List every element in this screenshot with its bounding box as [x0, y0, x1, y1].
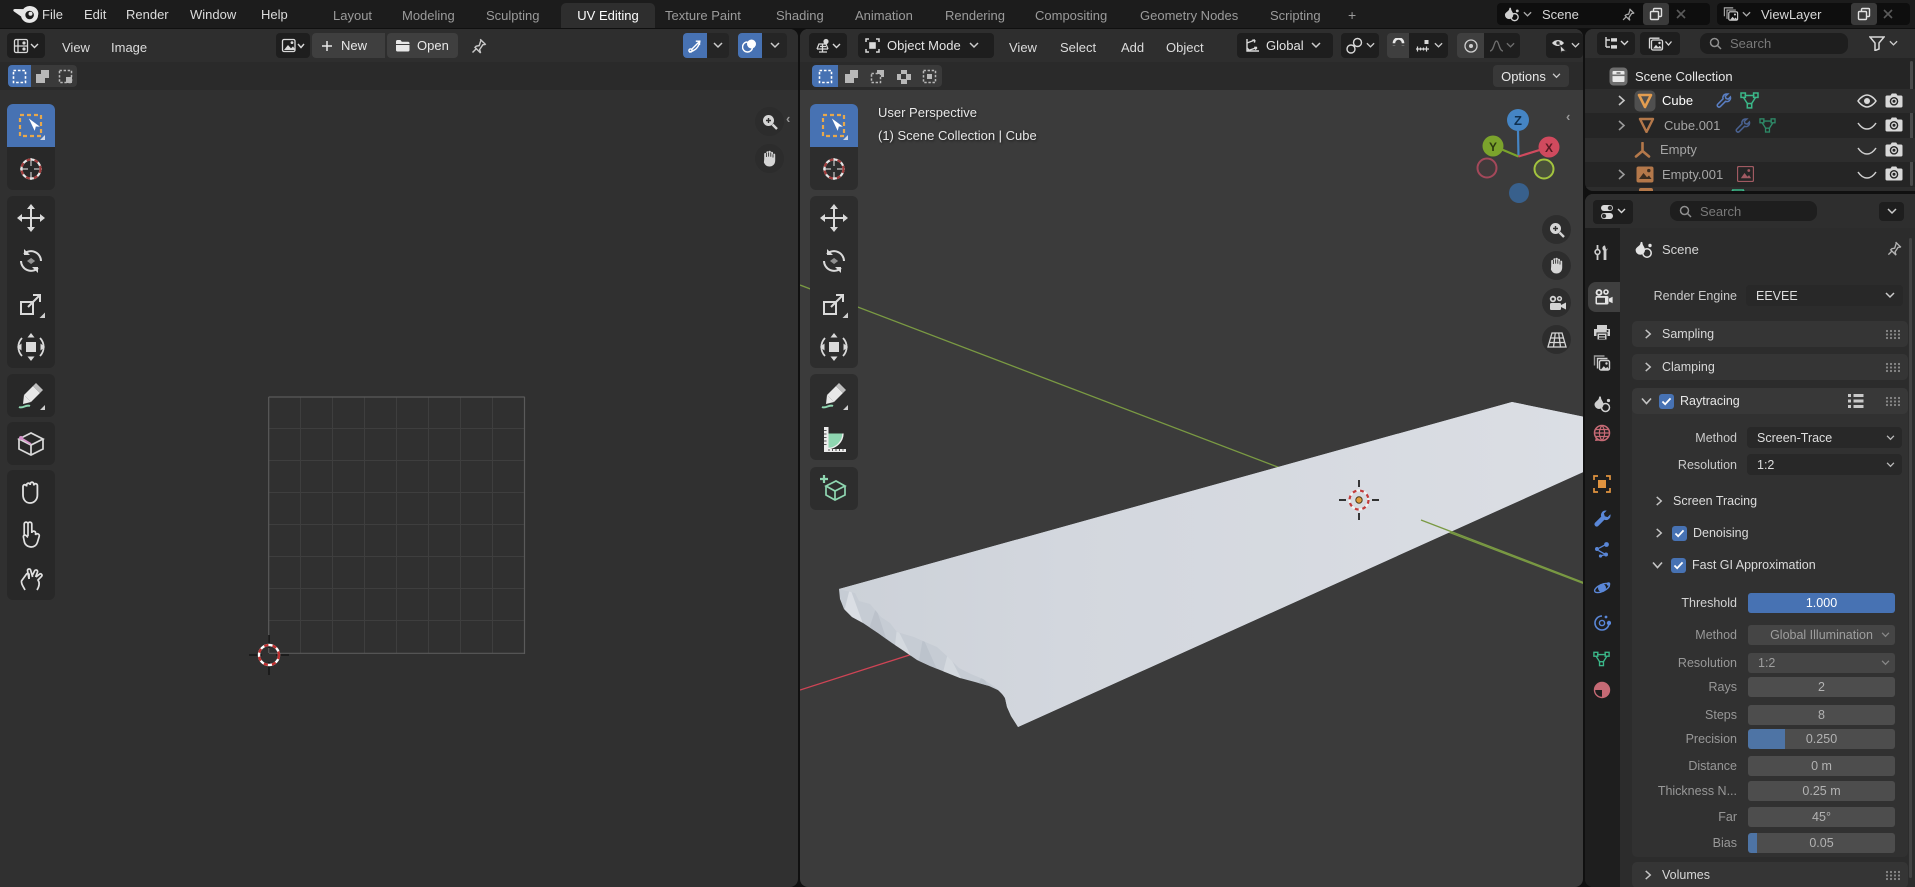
svg-text:Z: Z	[1514, 113, 1522, 128]
svg-text:Y: Y	[1489, 140, 1497, 154]
svg-text:X: X	[1545, 141, 1553, 155]
